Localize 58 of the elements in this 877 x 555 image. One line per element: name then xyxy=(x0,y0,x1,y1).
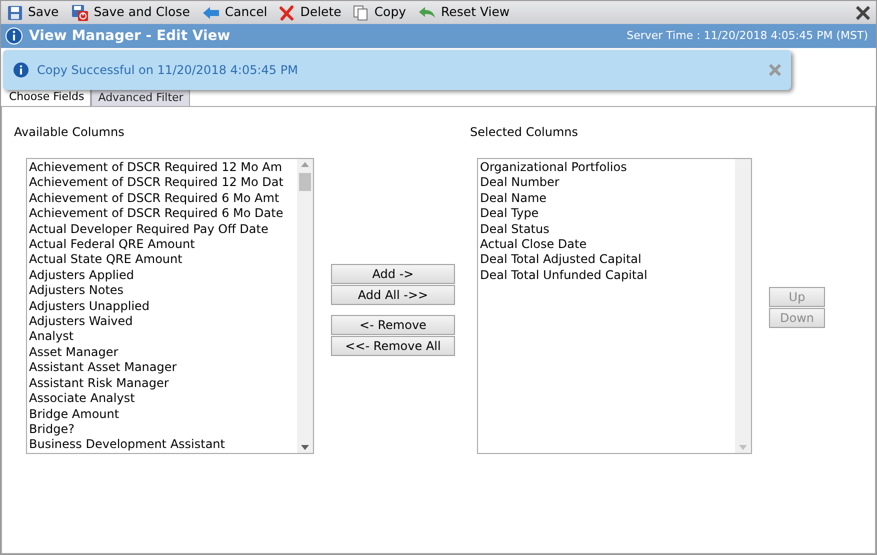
toolbar-button[interactable]: Delete xyxy=(279,3,342,22)
list-item[interactable]: Bridge? xyxy=(29,422,295,438)
server-time: Server Time : 11/20/2018 4:05:45 PM (MST) xyxy=(626,28,869,44)
toolbar-button[interactable]: Cancel xyxy=(202,3,268,22)
scrollbar[interactable] xyxy=(297,159,313,453)
list-item[interactable]: Analyst xyxy=(29,329,295,345)
list-item[interactable]: Achievement of DSCR Required 6 Mo Date xyxy=(29,206,295,222)
list-item[interactable]: Assistant Asset Manager xyxy=(29,360,295,376)
list-item[interactable]: Deal Type xyxy=(480,206,733,222)
list-item[interactable]: Business Development Assistant xyxy=(29,437,295,453)
floppy-power-icon xyxy=(70,4,89,22)
scroll-down-icon[interactable] xyxy=(301,445,309,450)
list-item[interactable]: Deal Name xyxy=(480,190,733,206)
list-item[interactable]: Deal Total Adjusted Capital xyxy=(480,252,733,268)
list-item[interactable]: Organizational Portfolios xyxy=(480,160,733,176)
toolbar-button[interactable]: Reset View xyxy=(418,3,510,22)
list-item[interactable]: Adjusters Unapplied xyxy=(29,298,295,314)
list-item[interactable]: Achievement of DSCR Required 12 Mo Dat xyxy=(29,175,295,191)
scroll-up-icon[interactable] xyxy=(301,162,309,167)
move-button[interactable]: Add -> xyxy=(331,264,455,284)
undo-arrow-icon xyxy=(418,6,436,20)
list-item[interactable]: Adjusters Applied xyxy=(29,268,295,284)
list-item[interactable]: Bridge Amount xyxy=(29,406,295,422)
info-icon xyxy=(5,27,23,45)
notification-message: Copy Successful on 11/20/2018 4:05:45 PM xyxy=(37,62,298,79)
move-button[interactable]: <- Remove xyxy=(331,315,455,335)
list-item[interactable]: Actual Federal QRE Amount xyxy=(29,237,295,252)
list-item[interactable]: Deal Status xyxy=(480,222,733,238)
list-item[interactable]: Actual Close Date xyxy=(480,237,733,252)
tab[interactable]: Advanced Filter xyxy=(91,89,190,106)
list-item[interactable]: Asset Manager xyxy=(29,344,295,360)
window-title: View Manager - Edit View xyxy=(29,26,230,46)
scrollbar[interactable] xyxy=(735,159,751,453)
delete-icon xyxy=(279,4,296,20)
list-item[interactable]: Achievement of DSCR Required 12 Mo Am xyxy=(29,160,295,176)
scroll-thumb[interactable] xyxy=(299,173,311,191)
section-label: Available Columns xyxy=(14,124,126,141)
info-icon xyxy=(13,62,29,78)
move-button[interactable]: Add All ->> xyxy=(331,285,455,305)
column-list[interactable] xyxy=(26,158,314,454)
list-item[interactable]: Deal Total Unfunded Capital xyxy=(480,268,733,284)
toolbar-button[interactable]: Copy xyxy=(353,3,406,22)
close-icon[interactable] xyxy=(856,6,870,20)
column-list[interactable]: Organizational Portfolios Deal Number Deal Name Deal Type Deal Status Actual Close Date Deal Total Adjusted Capital Deal Total Unfunded Capital xyxy=(477,158,752,454)
left-arrow-icon xyxy=(202,6,220,20)
list-item[interactable]: Adjusters Waived xyxy=(29,314,295,330)
list-item[interactable]: Actual State QRE Amount xyxy=(29,252,295,268)
section-label: Selected Columns xyxy=(470,124,580,141)
copy-icon xyxy=(353,4,370,20)
move-button[interactable]: <<- Remove All xyxy=(331,336,455,356)
list-item[interactable]: Assistant Risk Manager xyxy=(29,376,295,392)
toolbar-button[interactable]: Save and Close xyxy=(70,3,190,22)
list-item[interactable]: Actual Developer Required Pay Off Date xyxy=(29,222,295,238)
list-item[interactable]: Deal Number xyxy=(480,175,733,191)
toolbar-button[interactable]: Save xyxy=(7,3,59,22)
list-item[interactable]: Adjusters Notes xyxy=(29,283,295,299)
list-item[interactable]: Associate Analyst xyxy=(29,391,295,406)
list-item[interactable]: Achievement of DSCR Required 6 Mo Amt xyxy=(29,190,295,206)
